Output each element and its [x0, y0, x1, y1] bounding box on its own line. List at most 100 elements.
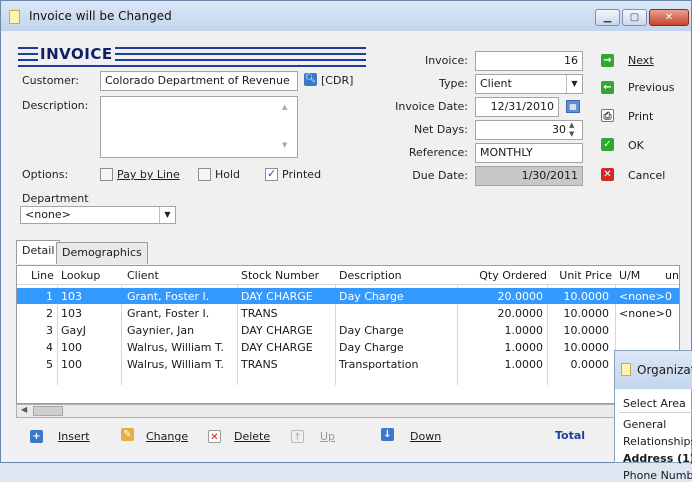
invoice-date-field[interactable]: 12/31/2010: [475, 97, 559, 117]
customer-field[interactable]: Colorado Department of Revenue: [100, 71, 298, 91]
area-item-relationships[interactable]: Relationships: [623, 435, 692, 448]
department-chevron-down-icon[interactable]: ▼: [159, 207, 175, 223]
previous-button[interactable]: Previous: [628, 81, 675, 94]
description-field[interactable]: [100, 96, 298, 158]
cell-qty: 20.0000: [497, 307, 544, 320]
table-row[interactable]: 4 100 Walrus, William T. DAY CHARGE Day …: [17, 339, 679, 355]
invoice-date-label: Invoice Date:: [395, 100, 468, 113]
cell-line: 3: [46, 324, 53, 337]
col-client[interactable]: Client: [127, 267, 159, 284]
net-days-field[interactable]: 30: [475, 120, 583, 140]
cell-line: 1: [46, 290, 53, 303]
table-row[interactable]: 2 103 Grant, Foster I. TRANS 20.0000 10.…: [17, 305, 679, 321]
scroll-left-icon[interactable]: ◀: [21, 405, 27, 414]
cell-qty: 20.0000: [497, 290, 544, 303]
grid-header: Line Lookup Client Stock Number Descript…: [17, 266, 679, 285]
previous-arrow-icon[interactable]: ←: [601, 81, 614, 94]
select-area-header: Select Area: [619, 395, 692, 413]
horizontal-scrollbar[interactable]: ◀: [16, 404, 616, 418]
ok-button[interactable]: OK: [628, 139, 644, 152]
col-unit-price[interactable]: Unit Price: [547, 267, 612, 284]
up-button[interactable]: Up: [320, 430, 335, 443]
area-item-general[interactable]: General: [623, 418, 666, 431]
tab-demographics[interactable]: Demographics: [56, 242, 148, 264]
scroll-up-icon[interactable]: ▲: [282, 103, 287, 111]
change-button[interactable]: Change: [146, 430, 188, 443]
down-arrow-icon[interactable]: ↓: [381, 428, 394, 441]
document-icon: [9, 10, 20, 24]
maximize-button[interactable]: ▢: [622, 9, 647, 26]
cell-lookup: 100: [61, 358, 82, 371]
printed-label: Printed: [282, 168, 322, 181]
popup-title: Organizat: [637, 363, 692, 377]
area-item-address[interactable]: Address (1): [623, 452, 692, 465]
cancel-button[interactable]: Cancel: [628, 169, 665, 182]
cell-um: <none>: [619, 290, 665, 303]
insert-plus-icon[interactable]: +: [30, 430, 43, 443]
down-button[interactable]: Down: [410, 430, 441, 443]
table-row[interactable]: 3 GayJ Gaynier, Jan DAY CHARGE Day Charg…: [17, 322, 679, 338]
cell-description: Day Charge: [339, 341, 404, 354]
printer-icon[interactable]: ⎙: [601, 109, 614, 122]
cell-price: 10.0000: [563, 307, 610, 320]
reference-field[interactable]: MONTHLY: [475, 143, 583, 163]
hold-checkbox[interactable]: [198, 168, 211, 181]
change-edit-icon[interactable]: ✎: [121, 428, 134, 441]
cell-stock: DAY CHARGE: [241, 290, 313, 303]
close-button[interactable]: ✕: [649, 9, 689, 26]
cell-amount: 0: [665, 307, 672, 320]
next-arrow-icon[interactable]: →: [601, 54, 614, 67]
calendar-icon[interactable]: ▦: [566, 100, 580, 113]
cell-qty: 1.0000: [504, 341, 544, 354]
delete-button[interactable]: Delete: [234, 430, 270, 443]
due-date-label: Due Date:: [412, 169, 468, 182]
col-qty-ordered[interactable]: Qty Ordered: [465, 267, 547, 284]
banner-line: [18, 65, 366, 67]
options-label: Options:: [22, 168, 69, 181]
delete-x-icon[interactable]: ✕: [208, 430, 221, 443]
col-amount[interactable]: unt: [665, 267, 679, 284]
col-line[interactable]: Line: [31, 267, 54, 284]
cell-client: Walrus, William T.: [127, 341, 224, 354]
net-days-label: Net Days:: [414, 123, 468, 136]
net-days-spinner-icon[interactable]: ▲ ▼: [569, 121, 574, 139]
next-button[interactable]: Next: [628, 54, 654, 67]
type-chevron-down-icon[interactable]: ▼: [566, 75, 582, 93]
ok-check-icon[interactable]: ✓: [601, 138, 614, 151]
pay-by-line-checkbox[interactable]: [100, 168, 113, 181]
cell-stock: DAY CHARGE: [241, 341, 313, 354]
up-arrow-icon[interactable]: ↑: [291, 430, 304, 443]
document-icon: [621, 363, 631, 376]
cell-price: 10.0000: [563, 290, 610, 303]
type-label: Type:: [439, 77, 468, 90]
tab-detail[interactable]: Detail: [16, 240, 61, 264]
customer-lookup-icon[interactable]: 🔍︎: [304, 73, 317, 86]
invoice-number-label: Invoice:: [424, 54, 468, 67]
insert-button[interactable]: Insert: [58, 430, 90, 443]
minimize-button[interactable]: ▁: [595, 9, 620, 26]
table-row[interactable]: 1 103 Grant, Foster I. DAY CHARGE Day Ch…: [17, 288, 679, 304]
print-button[interactable]: Print: [628, 110, 653, 123]
col-stock-number[interactable]: Stock Number: [241, 267, 319, 284]
area-item-phone[interactable]: Phone Numb: [623, 469, 692, 482]
cell-stock: DAY CHARGE: [241, 324, 313, 337]
cell-stock: TRANS: [241, 307, 278, 320]
col-lookup[interactable]: Lookup: [61, 267, 100, 284]
printed-checkbox[interactable]: [265, 167, 278, 181]
department-label: Department: [22, 192, 89, 205]
invoice-banner: INVOICE: [38, 45, 115, 63]
cell-description: Day Charge: [339, 324, 404, 337]
scrollbar-thumb[interactable]: [33, 406, 63, 416]
col-um[interactable]: U/M: [619, 267, 640, 284]
invoice-number-field[interactable]: 16: [475, 51, 583, 71]
col-description[interactable]: Description: [339, 267, 402, 284]
scroll-down-icon[interactable]: ▼: [282, 141, 287, 149]
department-dropdown[interactable]: <none>: [20, 206, 176, 224]
customer-code: [CDR]: [321, 74, 354, 87]
cancel-x-icon[interactable]: ✕: [601, 168, 614, 181]
cell-qty: 1.0000: [504, 324, 544, 337]
cell-description: Transportation: [339, 358, 419, 371]
table-row[interactable]: 5 100 Walrus, William T. TRANS Transport…: [17, 356, 679, 372]
cell-lookup: 100: [61, 341, 82, 354]
organization-popup: Organizat Select Area General Relationsh…: [614, 350, 692, 482]
